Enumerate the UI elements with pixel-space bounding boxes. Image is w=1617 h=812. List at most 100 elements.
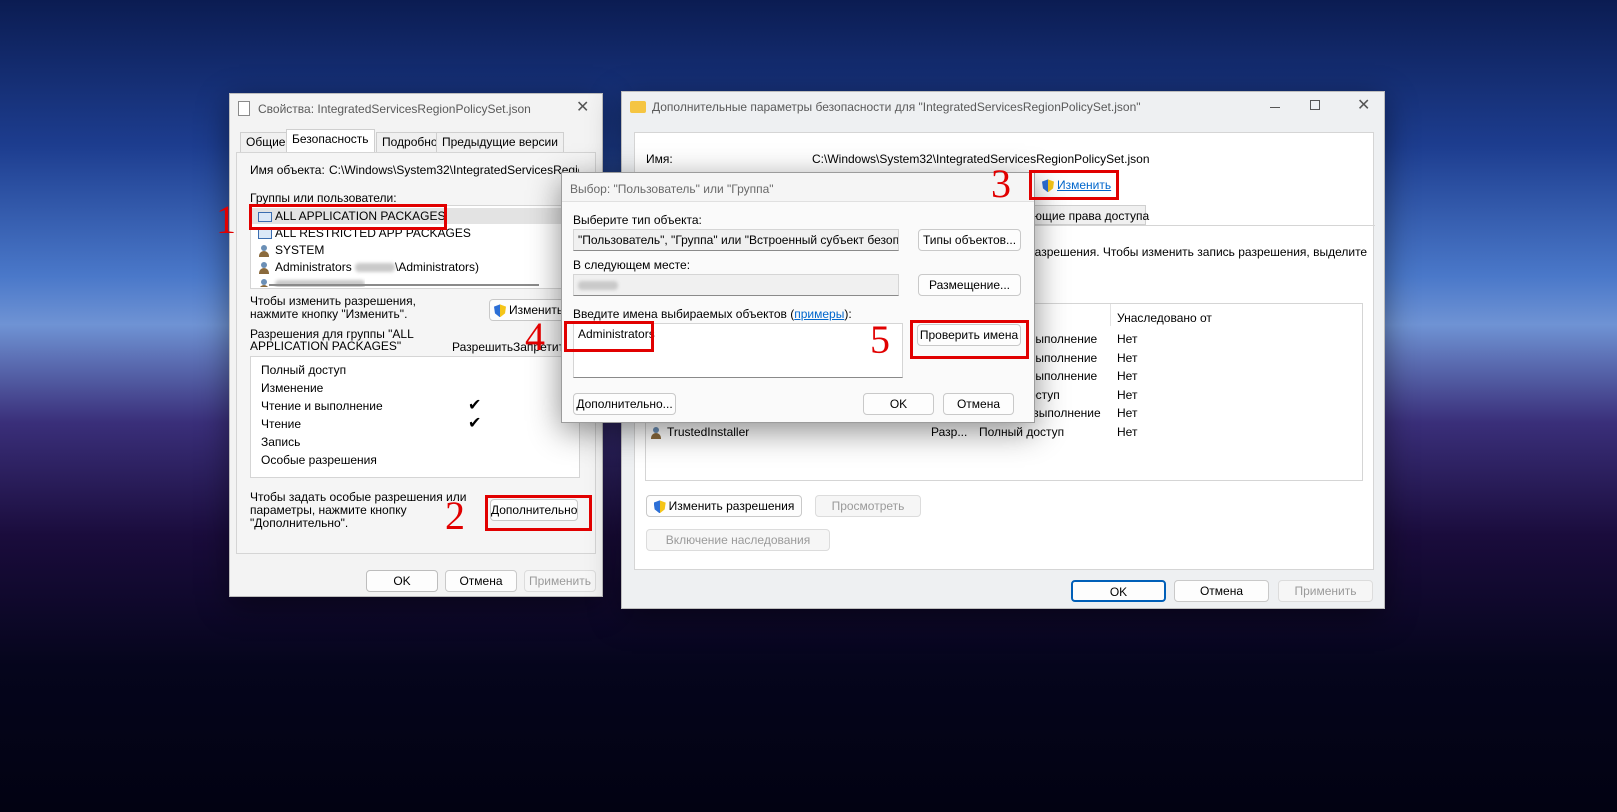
- object-type-label: Выберите тип объекта:: [573, 213, 702, 227]
- cell-principal: TrustedInstaller: [650, 425, 749, 439]
- ok-button[interactable]: OK: [1071, 580, 1166, 602]
- perm-full-control: Полный доступ: [261, 363, 347, 377]
- dialog-body: Выберите тип объекта: "Пользователь", "Г…: [562, 201, 1034, 422]
- examples-link[interactable]: примеры: [794, 307, 844, 321]
- perm-read: Чтение: [261, 417, 302, 431]
- name-label: Имя:: [646, 152, 673, 166]
- perm-modify: Изменение: [261, 381, 324, 395]
- cell-inherited: Нет: [1117, 369, 1138, 383]
- package-icon: [258, 228, 272, 239]
- change-hint: Чтобы изменить разрешения, нажмите кнопк…: [250, 294, 416, 321]
- cell-inherited: Нет: [1117, 425, 1138, 439]
- apply-button[interactable]: Применить: [1278, 580, 1373, 602]
- tab-label: ющие права доступа: [1033, 209, 1150, 223]
- close-icon[interactable]: ✕: [1357, 95, 1370, 115]
- file-icon: [238, 101, 250, 116]
- close-icon[interactable]: ✕: [576, 97, 589, 117]
- dialog-title: Выбор: "Пользователь" или "Группа": [570, 182, 774, 196]
- column-allow: Разрешить: [452, 340, 514, 354]
- names-label-end: ):: [844, 307, 852, 321]
- users-icon: [258, 244, 272, 257]
- cell-inherited: Нет: [1117, 388, 1138, 402]
- maximize-icon[interactable]: [1310, 100, 1320, 110]
- uac-shield-icon: [494, 304, 506, 318]
- cell-inherited: Нет: [1117, 332, 1138, 346]
- group-name: Administrators: [275, 260, 352, 274]
- step-number-5: 5: [870, 317, 890, 362]
- enable-inheritance-button[interactable]: Включение наследования: [646, 529, 830, 551]
- highlight-group-all-app-packages: [249, 204, 447, 230]
- highlight-object-names: [564, 321, 654, 352]
- location-label: В следующем месте:: [573, 258, 691, 272]
- highlight-advanced-button: [485, 495, 592, 531]
- tab-effective-access[interactable]: ющие права доступа: [1028, 205, 1150, 225]
- change-permissions-button[interactable]: Изменить разрешения: [646, 495, 802, 517]
- location-field: [573, 274, 899, 296]
- group-name: SYSTEM: [275, 243, 325, 257]
- cancel-button[interactable]: Отмена: [943, 393, 1014, 415]
- apply-button[interactable]: Применить: [524, 570, 596, 592]
- uac-shield-icon: [653, 500, 666, 514]
- group-item-administrators[interactable]: Administrators \Administrators): [258, 260, 479, 274]
- permissions-list: Полный доступ Изменение Чтение и выполне…: [250, 356, 580, 478]
- cell-access: выполнение: [1029, 369, 1098, 383]
- cell-type: Разр...: [931, 425, 968, 439]
- advanced-button[interactable]: Дополнительно...: [573, 393, 676, 415]
- cell-access: выполнение: [1029, 351, 1098, 365]
- button-label: Изменить разрешения: [668, 499, 795, 513]
- users-icon: [258, 261, 272, 274]
- cancel-button[interactable]: Отмена: [445, 570, 517, 592]
- step-number-4: 4: [525, 314, 545, 359]
- folder-icon: [630, 101, 646, 113]
- cancel-button[interactable]: Отмена: [1174, 580, 1269, 602]
- view-button[interactable]: Просмотреть: [815, 495, 921, 517]
- users-icon: [650, 426, 664, 439]
- minimize-icon[interactable]: [1270, 107, 1280, 108]
- locations-button[interactable]: Размещение...: [918, 274, 1021, 296]
- tab-security[interactable]: Безопасность: [286, 129, 375, 152]
- window-title: Дополнительные параметры безопасности дл…: [652, 100, 1141, 114]
- cell-inherited: Нет: [1117, 406, 1138, 420]
- cell-access: выполнение: [1029, 332, 1098, 346]
- name-value: C:\Windows\System32\IntegratedServicesRe…: [812, 152, 1150, 166]
- object-name-label: Имя объекта:: [250, 163, 325, 177]
- highlight-check-names-button: [910, 320, 1029, 359]
- object-types-button[interactable]: Типы объектов...: [918, 229, 1021, 251]
- object-name-value: C:\Windows\System32\IntegratedServicesRe…: [329, 163, 579, 177]
- tab-strip: Общие Безопасность Подробно Предыдущие в…: [240, 129, 590, 152]
- perm-group-label: Разрешения для группы "ALL APPLICATION P…: [250, 327, 414, 353]
- title-bar: Дополнительные параметры безопасности дл…: [622, 92, 1384, 122]
- cell-access: Полный доступ: [979, 425, 1065, 439]
- description-text: разрешения. Чтобы изменить запись разреш…: [1028, 245, 1368, 259]
- perm-write: Запись: [261, 435, 301, 449]
- checkmark-icon: ✔: [468, 397, 482, 414]
- title-bar: Свойства: IntegratedServicesRegionPolicy…: [230, 94, 602, 124]
- object-type-field: "Пользователь", "Группа" или "Встроенный…: [573, 229, 899, 251]
- highlight-change-owner-link: [1029, 170, 1119, 200]
- column-inherited: Унаследовано от: [1117, 311, 1212, 325]
- step-number-2: 2: [445, 493, 465, 538]
- group-item-system[interactable]: SYSTEM: [258, 243, 324, 257]
- column-divider: [1110, 304, 1111, 326]
- tab-previous-versions[interactable]: Предыдущие версии: [436, 132, 564, 152]
- ok-button[interactable]: OK: [863, 393, 934, 415]
- redacted-text: [578, 281, 618, 291]
- perm-special: Особые разрешения: [261, 453, 377, 467]
- window-title: Свойства: IntegratedServicesRegionPolicy…: [258, 102, 531, 116]
- perm-read-execute: Чтение и выполнение: [261, 399, 383, 413]
- tab-details[interactable]: Подробно: [376, 132, 444, 152]
- principal-name: TrustedInstaller: [667, 425, 750, 439]
- groups-label: Группы или пользователи:: [250, 191, 397, 205]
- names-label-text: Введите имена выбираемых объектов (: [573, 307, 795, 321]
- ok-button[interactable]: OK: [366, 570, 438, 592]
- select-users-dialog: Выбор: "Пользователь" или "Группа" Выбер…: [561, 172, 1035, 423]
- redacted-text: [355, 263, 396, 273]
- names-label: Введите имена выбираемых объектов (приме…: [573, 307, 852, 321]
- cell-inherited: Нет: [1117, 351, 1138, 365]
- tab-general[interactable]: Общие: [240, 132, 292, 152]
- step-number-1: 1: [216, 197, 236, 242]
- advanced-hint: Чтобы задать особые разрешения или парам…: [250, 490, 467, 530]
- horizontal-scrollbar[interactable]: [269, 284, 539, 286]
- group-suffix: \Administrators): [395, 260, 480, 274]
- step-number-3: 3: [991, 161, 1011, 206]
